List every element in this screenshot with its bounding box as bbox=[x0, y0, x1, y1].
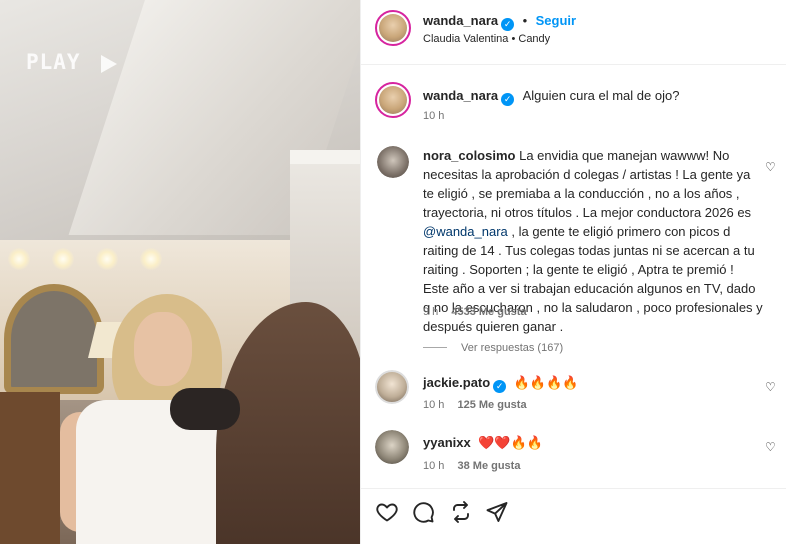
heart-icon[interactable]: ♡ bbox=[765, 440, 776, 454]
replies-line bbox=[423, 347, 447, 348]
media-mirror bbox=[4, 284, 104, 394]
comment-icon[interactable] bbox=[411, 500, 435, 524]
caption-line: wanda_nara ✓ Alguien cura el mal de ojo? bbox=[423, 87, 679, 106]
comment-mention[interactable]: @wanda_nara bbox=[423, 224, 508, 239]
comment-meta: 9 h 4533 Me gusta bbox=[423, 306, 527, 318]
ceiling-light bbox=[52, 248, 74, 270]
view-replies[interactable]: Ver respuestas (167) bbox=[423, 338, 563, 356]
separator-dot: • bbox=[522, 13, 528, 28]
audio-subtitle[interactable]: Claudia Valentina • Candy bbox=[423, 33, 550, 45]
play-label: PLAY bbox=[26, 50, 81, 74]
comment-likes[interactable]: 125 Me gusta bbox=[457, 399, 526, 411]
comment-username[interactable]: nora_colosimo bbox=[423, 148, 515, 163]
heart-icon[interactable]: ♡ bbox=[765, 160, 776, 174]
repost-icon[interactable] bbox=[449, 500, 473, 524]
comment-username[interactable]: jackie.pato bbox=[423, 375, 490, 390]
comment-time[interactable]: 10 h bbox=[423, 399, 444, 411]
follow-button[interactable]: Seguir bbox=[536, 13, 576, 28]
caption-avatar[interactable] bbox=[375, 82, 411, 118]
comments-panel: wanda_nara ✓ • Seguir Claudia Valentina •… bbox=[360, 0, 786, 544]
comment-time[interactable]: 9 h bbox=[423, 306, 438, 318]
author-username[interactable]: wanda_nara bbox=[423, 13, 498, 28]
play-icon[interactable] bbox=[101, 55, 117, 73]
header-line: wanda_nara ✓ • Seguir bbox=[423, 12, 576, 31]
view-replies-label[interactable]: Ver respuestas (167) bbox=[461, 342, 563, 354]
comment-likes[interactable]: 4533 Me gusta bbox=[451, 306, 526, 318]
comment-meta: 10 h 125 Me gusta bbox=[423, 399, 527, 411]
caption-time[interactable]: 10 h bbox=[423, 110, 444, 122]
comment-text: 🔥🔥🔥🔥 bbox=[513, 375, 579, 390]
divider bbox=[361, 488, 786, 489]
media-stylist-sleeve bbox=[170, 388, 240, 430]
comment-body: jackie.pato ✓ 🔥🔥🔥🔥 bbox=[423, 374, 578, 393]
verified-icon: ✓ bbox=[493, 380, 507, 393]
ceiling-light bbox=[140, 248, 162, 270]
commenter-avatar[interactable] bbox=[377, 146, 409, 178]
divider bbox=[361, 64, 786, 65]
ceiling-light bbox=[8, 248, 30, 270]
verified-icon: ✓ bbox=[501, 18, 515, 31]
comment-likes[interactable]: 38 Me gusta bbox=[457, 460, 520, 472]
post-media[interactable]: PLAY bbox=[0, 0, 360, 544]
caption-text: Alguien cura el mal de ojo? bbox=[522, 88, 680, 103]
heart-icon[interactable] bbox=[375, 500, 399, 524]
commenter-avatar[interactable] bbox=[375, 370, 409, 404]
comment-body: yyanixx ❤️❤️🔥🔥 bbox=[423, 434, 543, 452]
comment-meta: 10 h 38 Me gusta bbox=[423, 460, 520, 472]
share-icon[interactable] bbox=[485, 500, 509, 524]
action-bar bbox=[375, 500, 535, 524]
media-molding bbox=[290, 150, 360, 164]
comment-text: ❤️❤️🔥🔥 bbox=[478, 435, 543, 450]
comment-time[interactable]: 10 h bbox=[423, 460, 444, 472]
media-person-face bbox=[134, 312, 192, 386]
author-avatar[interactable] bbox=[375, 10, 411, 46]
verified-icon: ✓ bbox=[501, 93, 515, 106]
commenter-avatar[interactable] bbox=[375, 430, 409, 464]
heart-icon[interactable]: ♡ bbox=[765, 380, 776, 394]
media-cabinet bbox=[0, 392, 60, 544]
caption-username[interactable]: wanda_nara bbox=[423, 88, 498, 103]
comment-username[interactable]: yyanixx bbox=[423, 435, 471, 450]
ceiling-light bbox=[96, 248, 118, 270]
